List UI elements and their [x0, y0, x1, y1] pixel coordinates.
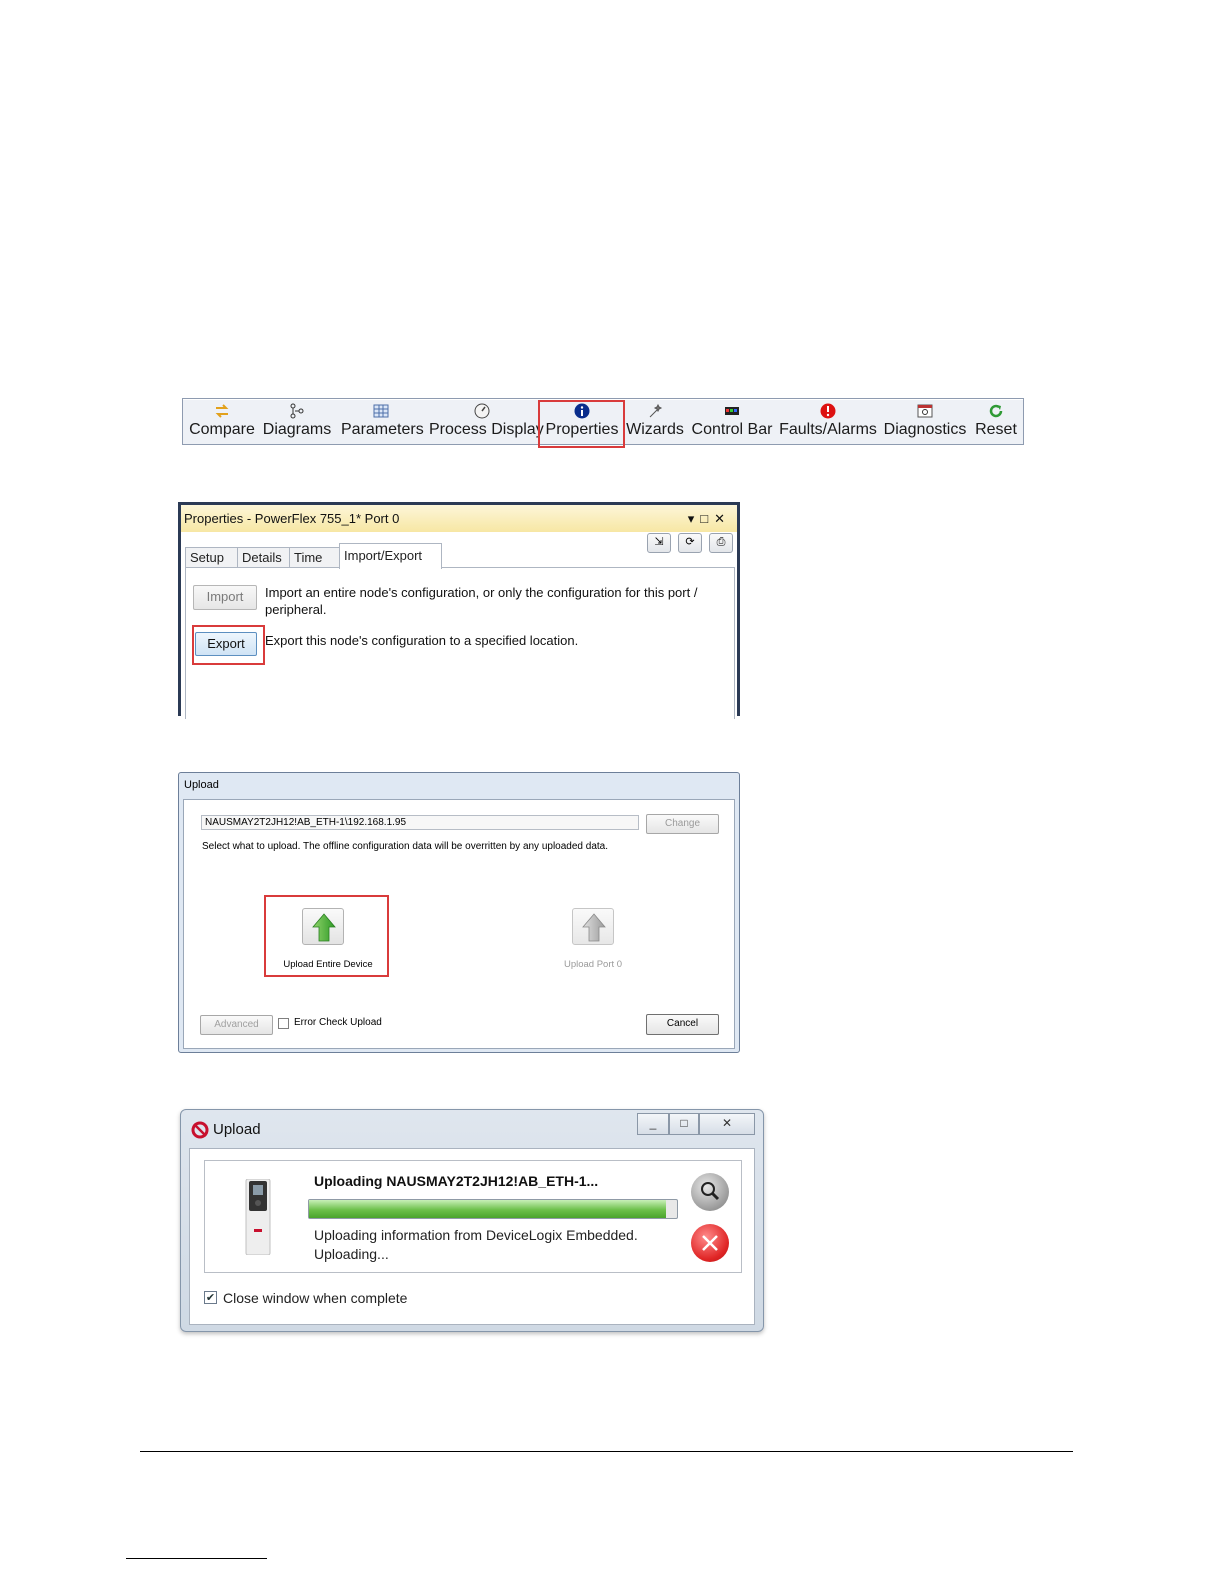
error-check-label: Error Check Upload	[294, 1017, 382, 1028]
change-button[interactable]: Change	[646, 814, 719, 834]
tab-import-export[interactable]: Import/Export	[339, 543, 442, 569]
close-when-complete-checkbox[interactable]: ✔	[204, 1291, 217, 1304]
dialog-title: Upload	[184, 779, 219, 791]
export-highlight-box	[192, 625, 265, 665]
toolbar-label: Diagrams	[262, 421, 332, 438]
close-when-complete-label: Close window when complete	[223, 1290, 408, 1306]
import-description: Import an entire node's configuration, o…	[265, 584, 697, 618]
progress-dialog-body: Uploading NAUSMAY2T2JH12!AB_ETH-1... Upl…	[189, 1148, 755, 1325]
maximize-icon[interactable]: □	[700, 511, 714, 526]
upload-progress-bar	[308, 1199, 678, 1219]
upload-dialog: Upload NAUSMAY2T2JH12!AB_ETH-1\192.168.1…	[178, 772, 740, 1053]
diagnostics-icon	[917, 404, 933, 418]
progress-panel: Uploading NAUSMAY2T2JH12!AB_ETH-1... Upl…	[204, 1160, 742, 1273]
toolbar-diagrams-button[interactable]: Diagrams	[261, 399, 333, 444]
toolbar-label: Wizards	[626, 421, 684, 438]
toolbar-reset-button[interactable]: Reset	[973, 399, 1019, 444]
app-logo-icon	[191, 1121, 209, 1139]
properties-title-bar: Properties - PowerFlex 755_1* Port 0 ▾□✕	[181, 505, 737, 532]
cancel-button[interactable]: Cancel	[646, 1014, 719, 1035]
powerflex-drive-icon	[245, 1179, 271, 1255]
progress-status-line: Uploading...	[314, 1246, 389, 1262]
magnifier-button[interactable]	[691, 1173, 729, 1211]
close-icon[interactable]: ✕	[699, 1113, 755, 1135]
upload-dialog-body: NAUSMAY2T2JH12!AB_ETH-1\192.168.1.95 Cha…	[183, 799, 735, 1049]
progress-heading: Uploading NAUSMAY2T2JH12!AB_ETH-1...	[314, 1173, 599, 1189]
toolbar-process-display-button[interactable]: Process Display	[429, 399, 544, 444]
toolbar-faults-alarms-button[interactable]: Faults/Alarms	[779, 399, 877, 444]
parameters-icon	[373, 404, 389, 418]
control-bar-icon	[725, 407, 739, 415]
import-description-line: Import an entire node's configuration, o…	[265, 585, 698, 600]
fault-alarm-icon	[820, 403, 836, 419]
toolbar-control-bar-button[interactable]: Control Bar	[691, 399, 773, 444]
upload-port-button[interactable]	[572, 908, 614, 945]
gray-up-arrow-icon	[582, 913, 606, 942]
error-check-checkbox[interactable]	[278, 1018, 289, 1029]
toolbar-wizards-button[interactable]: Wizards	[625, 399, 685, 444]
properties-highlight-box	[538, 400, 625, 448]
device-path-field[interactable]: NAUSMAY2T2JH12!AB_ETH-1\192.168.1.95	[201, 815, 639, 830]
toolbar-label: Compare	[189, 421, 255, 438]
advanced-button[interactable]: Advanced	[200, 1015, 273, 1035]
window-title: Properties - PowerFlex 755_1* Port 0	[184, 511, 400, 526]
stop-x-icon	[702, 1235, 718, 1251]
properties-window: Properties - PowerFlex 755_1* Port 0 ▾□✕…	[178, 502, 740, 719]
export-description: Export this node's configuration to a sp…	[265, 633, 579, 648]
process-display-icon	[474, 403, 490, 419]
toolbar-compare-button[interactable]: Compare	[187, 399, 257, 444]
window-controls: _ □ ✕	[637, 1113, 757, 1135]
reset-icon	[989, 404, 1003, 418]
toolbar-label: Process Display	[429, 421, 544, 438]
toolbar-label: Diagnostics	[883, 421, 967, 438]
cancel-upload-button[interactable]	[691, 1224, 729, 1262]
toolbar-label: Control Bar	[691, 421, 773, 438]
import-description-line: peripheral.	[265, 602, 327, 617]
upload-instructions: Select what to upload. The offline confi…	[202, 841, 609, 852]
progress-status-line: Uploading information from DeviceLogix E…	[314, 1227, 638, 1243]
magnifier-icon	[701, 1182, 720, 1201]
maximize-icon[interactable]: □	[669, 1113, 699, 1135]
diagrams-icon	[290, 403, 304, 419]
close-icon[interactable]: ✕	[714, 511, 731, 526]
wizards-icon	[649, 403, 663, 418]
properties-panel: Import Import an entire node's configura…	[185, 567, 735, 719]
upload-port-label: Upload Port 0	[563, 959, 623, 970]
toolbar-label: Faults/Alarms	[779, 421, 877, 438]
import-button[interactable]: Import	[193, 585, 257, 610]
dialog-title: Upload	[213, 1121, 261, 1138]
upload-progress-dialog: Upload _ □ ✕ Uploading NAUSMAY2T2JH12!AB…	[180, 1109, 764, 1332]
upload-entire-highlight-box	[264, 895, 389, 977]
toolbar-parameters-button[interactable]: Parameters	[341, 399, 424, 444]
compare-icon	[215, 404, 229, 418]
toolbar-diagnostics-button[interactable]: Diagnostics	[883, 399, 967, 444]
toolbar-label: Reset	[975, 421, 1017, 438]
minimize-icon[interactable]: _	[637, 1113, 669, 1135]
toolbar-label: Parameters	[341, 421, 424, 438]
dropdown-icon[interactable]: ▾	[688, 511, 701, 526]
progress-bar-fill	[309, 1200, 666, 1218]
footnote-divider	[126, 1558, 267, 1559]
footer-divider	[140, 1451, 1073, 1452]
properties-tabs: Setup Details Time Import/Export	[185, 543, 735, 569]
